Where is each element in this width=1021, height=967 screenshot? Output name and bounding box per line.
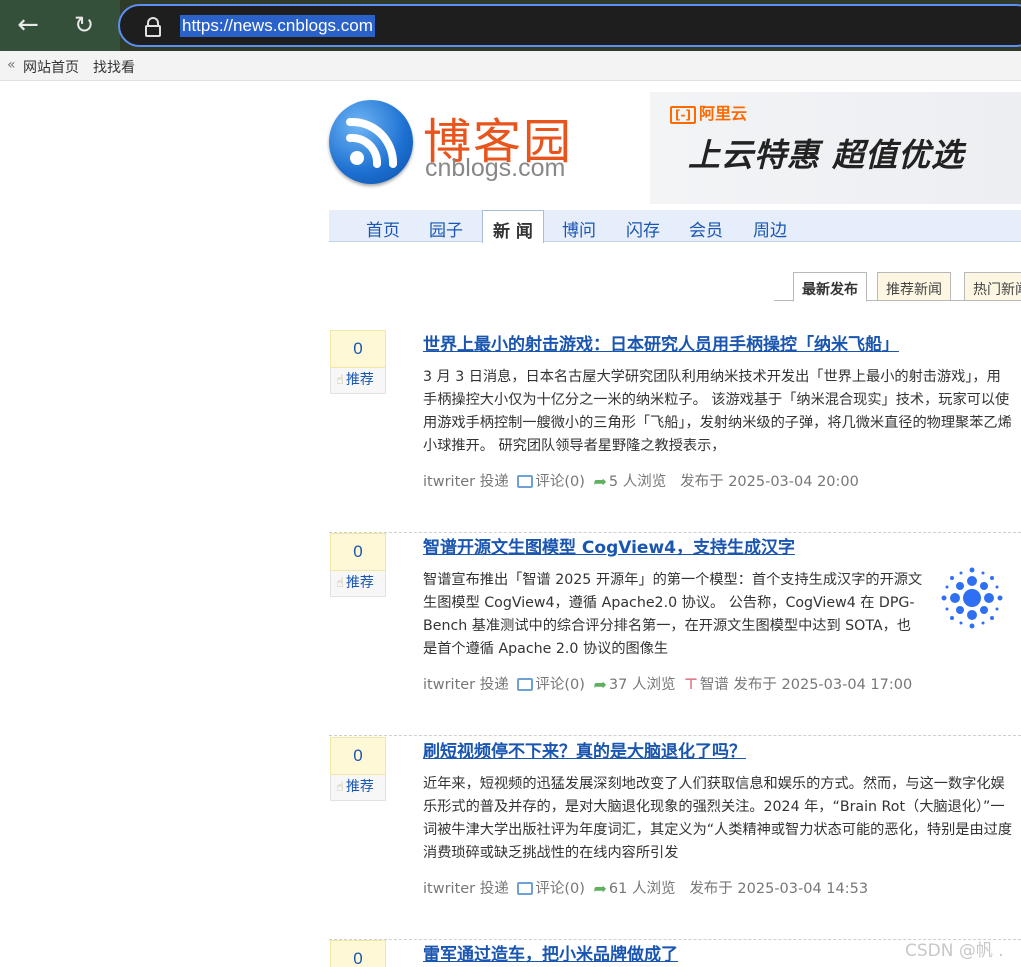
browser-toolbar: ← ↻ https://news.cnblogs.com [0, 0, 1021, 51]
nav-qa[interactable]: 博问 [562, 216, 596, 241]
news-item: 0 ☝ 推荐 智谱开源文生图模型 CogView4，支持生成汉字 智谱宣布推出「智… [329, 533, 1021, 736]
raquo-glyph: « [7, 57, 16, 73]
news-views: 5 人浏览 [608, 474, 667, 490]
news-summary: 3 月 3 日消息，日本名古屋大学研究团队利用纳米技术开发出「世界上最小的射击游… [423, 369, 1012, 454]
cnblogs-logo[interactable]: 博客园 cnblogs.com [329, 98, 579, 190]
digg-box: 0 ☝ 推荐 [330, 533, 386, 597]
nav-news[interactable]: 新 闻 [482, 210, 544, 243]
recommend-button[interactable]: ☝ 推荐 [330, 775, 386, 801]
aliyun-banner-ad[interactable]: [-] 阿里云 上云特惠 超值优选 [650, 92, 1021, 204]
comment-icon [517, 881, 534, 895]
nav-home[interactable]: 首页 [366, 216, 400, 241]
news-title[interactable]: 世界上最小的射击游戏：日本研究人员用手柄操控「纳米飞船」 [423, 330, 899, 355]
site-top-links: « 网站首页 找找看 [0, 51, 1021, 81]
back-arrow-icon[interactable]: ← [10, 8, 46, 44]
view-arrow-icon: ➦ [593, 471, 607, 491]
news-date: 发布于 2025-03-04 20:00 [680, 474, 859, 490]
search-link[interactable]: 找找看 [93, 57, 135, 77]
digg-count: 0 [330, 533, 386, 571]
site-home-link[interactable]: 网站首页 [23, 57, 79, 77]
news-tag[interactable]: 智谱 [700, 677, 729, 693]
tab-recommend[interactable]: 推荐新闻 [877, 272, 951, 301]
recommend-button[interactable]: ☝ 推荐 [330, 368, 386, 394]
digg-box: 0 [330, 940, 386, 967]
news-meta: itwriter 投递 评论(0) ➦ 5 人浏览 发布于 2025-03-04 … [423, 470, 859, 493]
tab-latest[interactable]: 最新发布 [793, 272, 867, 302]
zhipu-logo-icon[interactable] [939, 565, 1005, 631]
news-summary: 近年来，短视频的迅猛发展深刻地改变了人们获取信息和娱乐的方式。然而，与这一数字化… [423, 776, 1013, 861]
view-arrow-icon: ➦ [593, 674, 607, 694]
digg-count: 0 [330, 737, 386, 775]
comment-icon [517, 677, 534, 691]
comment-icon [517, 474, 534, 488]
view-arrow-icon: ➦ [593, 878, 607, 898]
csdn-watermark: CSDN @帆 . [905, 941, 1004, 961]
news-date: 发布于 2025-03-04 17:00 [733, 677, 913, 693]
url-text[interactable]: https://news.cnblogs.com [180, 15, 375, 37]
news-author[interactable]: itwriter 投递 [423, 474, 509, 490]
aliyun-logo-icon: [-] [670, 106, 696, 124]
news-date: 发布于 2025-03-04 14:53 [689, 881, 869, 897]
digg-count: 0 [330, 940, 386, 967]
tab-hot[interactable]: 热门新闻 [964, 272, 1021, 301]
news-title[interactable]: 智谱开源文生图模型 CogView4，支持生成汉字 [423, 533, 795, 558]
news-item: 0 ☝ 推荐 刷短视频停不下来？真的是大脑退化了吗？ 近年来，短视频的迅猛发展深刻… [329, 737, 1021, 940]
reload-icon[interactable]: ↻ [66, 8, 102, 44]
news-comments[interactable]: 评论(0) [535, 474, 585, 490]
news-item: 0 ☝ 推荐 世界上最小的射击游戏：日本研究人员用手柄操控「纳米飞船」 3 月 3… [329, 330, 1021, 533]
nav-garden[interactable]: 园子 [429, 216, 463, 241]
nav-member[interactable]: 会员 [689, 216, 723, 241]
nav-peripheral[interactable]: 周边 [753, 216, 787, 241]
news-author[interactable]: itwriter 投递 [423, 881, 509, 897]
thumb-up-icon: ☝ [336, 373, 344, 388]
recommend-button[interactable]: ☝ 推荐 [330, 571, 386, 597]
rss-logo-icon [329, 100, 413, 184]
news-views: 61 人浏览 [608, 881, 676, 897]
news-meta: itwriter 投递 评论(0) ➦ 61 人浏览 发布于 2025-03-04… [423, 877, 868, 900]
thumb-up-icon: ☝ [336, 576, 344, 591]
nav-flash[interactable]: 闪存 [626, 216, 660, 241]
digg-count: 0 [330, 330, 386, 368]
news-summary: 智谱宣布推出「智谱 2025 开源年」的第一个模型：首个支持生成汉字的开源文生图… [423, 572, 923, 657]
tag-icon: ⊤ [684, 675, 698, 693]
address-bar[interactable]: https://news.cnblogs.com [118, 4, 1021, 47]
news-title[interactable]: 雷军通过造车，把小米品牌做成了 [423, 940, 678, 965]
news-views: 37 人浏览 [608, 677, 676, 693]
news-author[interactable]: itwriter 投递 [423, 677, 509, 693]
digg-box: 0 ☝ 推荐 [330, 330, 386, 394]
lock-icon[interactable] [142, 15, 164, 37]
logo-text-en: cnblogs.com [425, 154, 566, 182]
news-meta: itwriter 投递 评论(0) ➦ 37 人浏览 ⊤ 智谱 发布于 2025-0… [423, 673, 912, 696]
main-nav: 首页 园子 新 闻 博问 闪存 会员 周边 [329, 210, 1021, 243]
news-comments[interactable]: 评论(0) [535, 677, 585, 693]
ad-headline: 上云特惠 超值优选 [688, 136, 965, 174]
news-title[interactable]: 刷短视频停不下来？真的是大脑退化了吗？ [423, 737, 746, 762]
digg-box: 0 ☝ 推荐 [330, 737, 386, 801]
thumb-up-icon: ☝ [336, 780, 344, 795]
news-comments[interactable]: 评论(0) [535, 881, 585, 897]
aliyun-brand: [-] 阿里云 [670, 100, 747, 124]
